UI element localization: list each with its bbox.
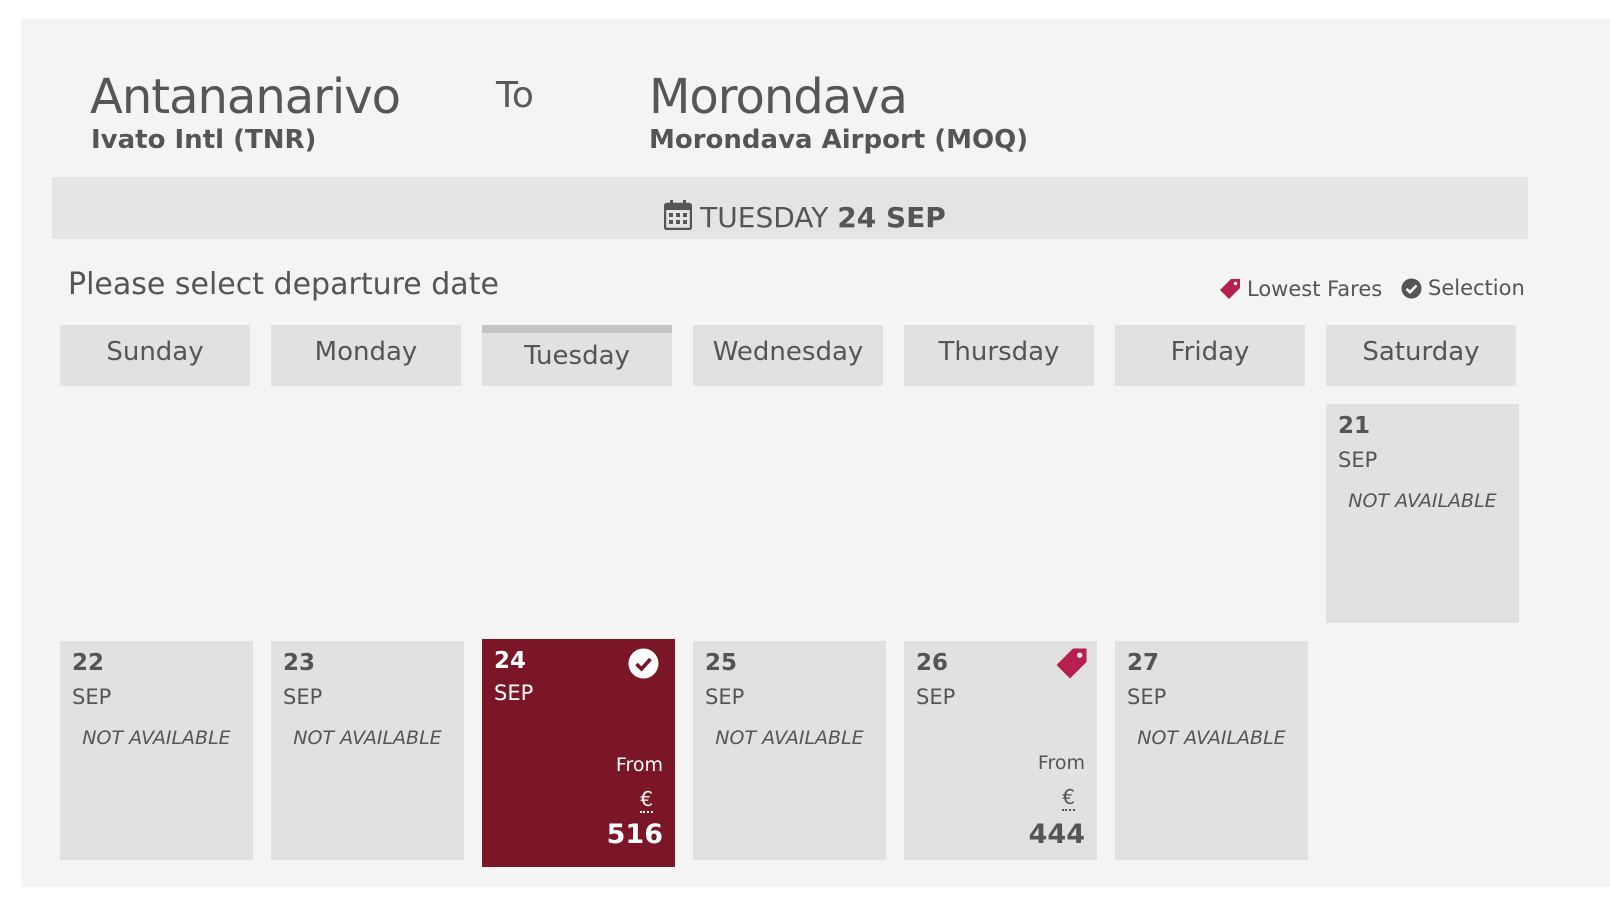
weekday-header-tuesday: Tuesday (482, 325, 672, 386)
date-month: SEP (705, 685, 745, 709)
date-cell-23[interactable]: 23 SEP NOT AVAILABLE (271, 641, 464, 860)
selected-date-label: TUESDAY 24 SEP (0, 200, 1610, 235)
destination-airport: Morondava Airport (MOQ) (649, 125, 1029, 155)
date-day: 27 (1127, 650, 1160, 676)
date-day: 24 (494, 648, 527, 674)
date-day: 25 (705, 650, 738, 676)
weekday-header-monday: Monday (271, 325, 461, 386)
date-cell-21[interactable]: 21 SEP NOT AVAILABLE (1326, 404, 1519, 623)
date-cell-27[interactable]: 27 SEP NOT AVAILABLE (1115, 641, 1308, 860)
date-day: 21 (1338, 413, 1371, 439)
date-month: SEP (283, 685, 323, 709)
weekday-header-sunday: Sunday (60, 325, 250, 386)
check-circle-icon (1401, 278, 1422, 299)
origin-city: Antananarivo (90, 69, 401, 125)
price-currency: € (640, 787, 653, 813)
date-day: 23 (283, 650, 316, 676)
availability-status: NOT AVAILABLE (82, 727, 231, 749)
weekday-header-wednesday: Wednesday (693, 325, 883, 386)
weekday-header-friday: Friday (1115, 325, 1305, 386)
price-tag-icon (1220, 279, 1240, 299)
weekday-header-thursday: Thursday (904, 325, 1094, 386)
date-cell-24[interactable]: 24 SEP From € 516 (482, 639, 675, 867)
selected-day-month: 24 SEP (837, 201, 946, 234)
date-month: SEP (916, 685, 956, 709)
selected-weekday: TUESDAY (700, 201, 829, 234)
legend-selection-label: Selection (1428, 276, 1525, 300)
to-label: To (496, 75, 534, 116)
check-circle-icon (628, 648, 659, 683)
price-value: 516 (606, 819, 663, 850)
calendar-icon (663, 200, 693, 235)
date-month: SEP (1338, 448, 1378, 472)
date-month: SEP (1127, 685, 1167, 709)
date-cell-26[interactable]: 26 SEP From € 444 (904, 641, 1097, 860)
date-day: 22 (72, 650, 105, 676)
price-value: 444 (1028, 819, 1085, 850)
weekday-header-saturday: Saturday (1326, 325, 1516, 386)
availability-status: NOT AVAILABLE (293, 727, 442, 749)
date-month: SEP (494, 681, 534, 705)
legend-lowest-fares: Lowest Fares (1219, 278, 1382, 300)
destination-city: Morondava (649, 69, 908, 125)
availability-status: NOT AVAILABLE (1137, 727, 1286, 749)
date-day: 26 (916, 650, 949, 676)
page-title: Please select departure date (68, 267, 499, 302)
availability-status: NOT AVAILABLE (715, 727, 864, 749)
availability-status: NOT AVAILABLE (1348, 490, 1497, 512)
date-cell-25[interactable]: 25 SEP NOT AVAILABLE (693, 641, 886, 860)
price-currency: € (1062, 785, 1075, 811)
legend-lowest-fares-label: Lowest Fares (1247, 276, 1383, 301)
date-month: SEP (72, 685, 112, 709)
price-from-label: From (1037, 752, 1085, 774)
date-cell-22[interactable]: 22 SEP NOT AVAILABLE (60, 641, 253, 860)
legend-selection: Selection (1401, 278, 1525, 299)
price-from-label: From (615, 754, 663, 776)
origin-airport: Ivato Intl (TNR) (91, 125, 317, 155)
price-tag-icon (1055, 647, 1088, 684)
